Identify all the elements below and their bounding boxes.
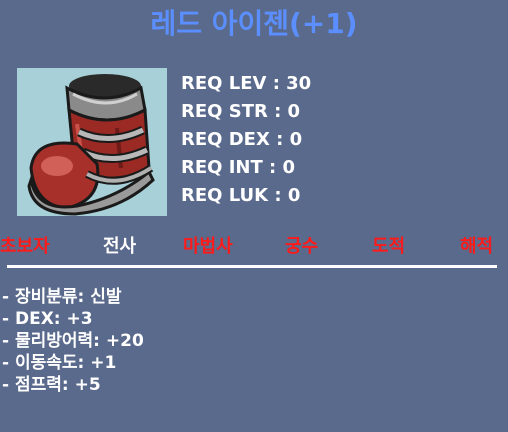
item-title: 레드 아이젠(+1) [150,7,358,40]
item-stats: - 장비분류: 신발 - DEX: +3 - 물리방어력: +20 - 이동속도… [2,286,144,396]
req-str: REQ STR : 0 [181,101,301,122]
stat-speed: - 이동속도: +1 [2,353,117,373]
red-boots-icon [27,74,155,216]
job-thief: 도적 [372,236,406,257]
job-beginner: 초보자 [0,236,50,257]
job-warrior: 전사 [103,236,137,257]
job-list: 초보자 전사 마법사 궁수 도적 해적 [0,232,508,260]
stat-physical-defense: - 물리방어력: +20 [2,331,144,351]
req-int: REQ INT : 0 [181,157,296,178]
job-pirate: 해적 [460,236,494,257]
stat-jump: - 점프력: +5 [2,375,101,395]
job-magician: 마법사 [183,236,233,257]
req-level: REQ LEV : 30 [181,73,312,94]
item-icon-frame [17,68,167,216]
req-dex: REQ DEX : 0 [181,129,303,150]
requirements-list: REQ LEV : 30 REQ STR : 0 REQ DEX : 0 REQ… [181,70,311,210]
job-bowman: 궁수 [285,236,319,257]
stat-category: - 장비분류: 신발 [2,287,122,307]
req-luk: REQ LUK : 0 [181,185,301,206]
divider [7,265,497,268]
stat-dex: - DEX: +3 [2,309,93,329]
